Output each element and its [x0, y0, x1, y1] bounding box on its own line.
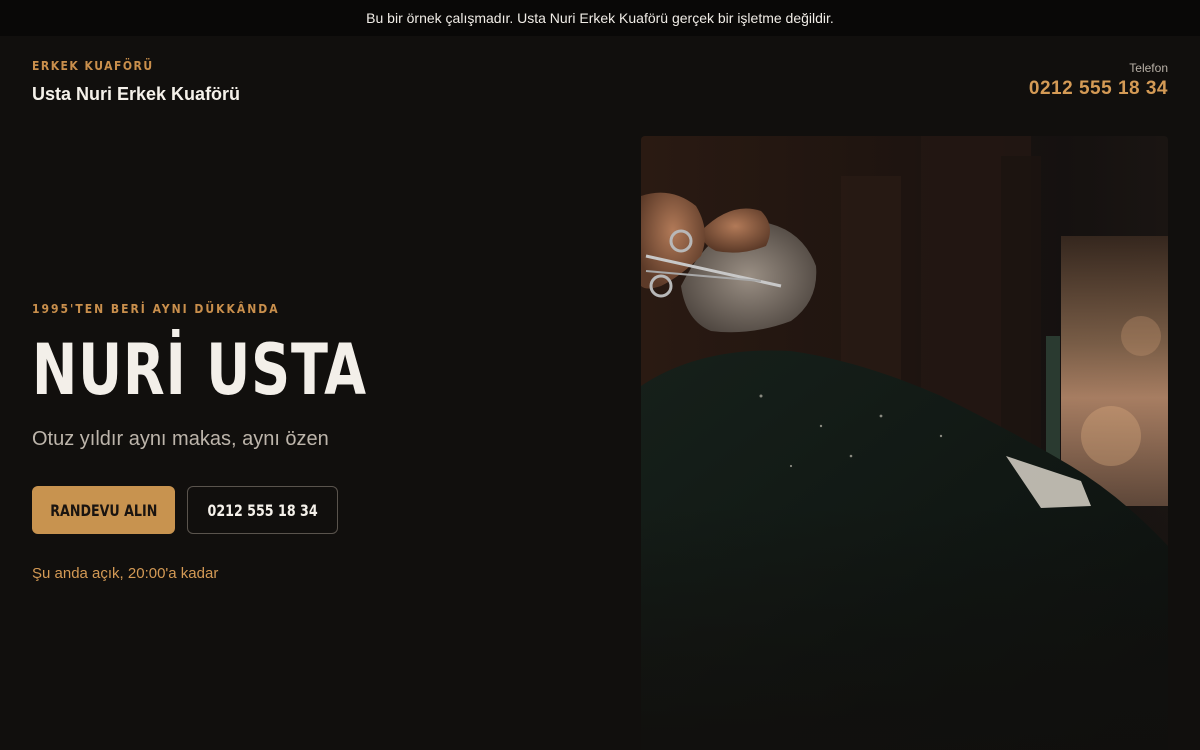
hero-title: NURİ USTA [32, 329, 367, 411]
brand-name-link[interactable]: Usta Nuri Erkek Kuaförü [32, 84, 240, 105]
hero-subtitle: Otuz yıldır aynı makas, aynı özen [32, 428, 329, 450]
call-phone-label: 0212 555 18 34 [207, 500, 318, 520]
phone-label: Telefon [1129, 61, 1168, 75]
demo-notice-text: Bu bir örnek çalışmadır. Usta Nuri Erkek… [366, 10, 834, 26]
demo-notice-bar: Bu bir örnek çalışmadır. Usta Nuri Erkek… [0, 0, 1200, 36]
book-appointment-button[interactable]: RANDEVU ALIN [32, 486, 175, 534]
hero-photo-barber [641, 136, 1168, 750]
brand-eyebrow: ERKEK KUAFÖRÜ [32, 59, 154, 73]
call-phone-button[interactable]: 0212 555 18 34 [187, 486, 338, 534]
since-tagline: 1995'TEN BERİ AYNI DÜKKÂNDA [32, 302, 280, 316]
open-status-text: Şu anda açık, 20:00'a kadar [32, 565, 219, 582]
book-appointment-label: RANDEVU ALIN [49, 500, 158, 520]
header-phone-link[interactable]: 0212 555 18 34 [1029, 78, 1168, 100]
